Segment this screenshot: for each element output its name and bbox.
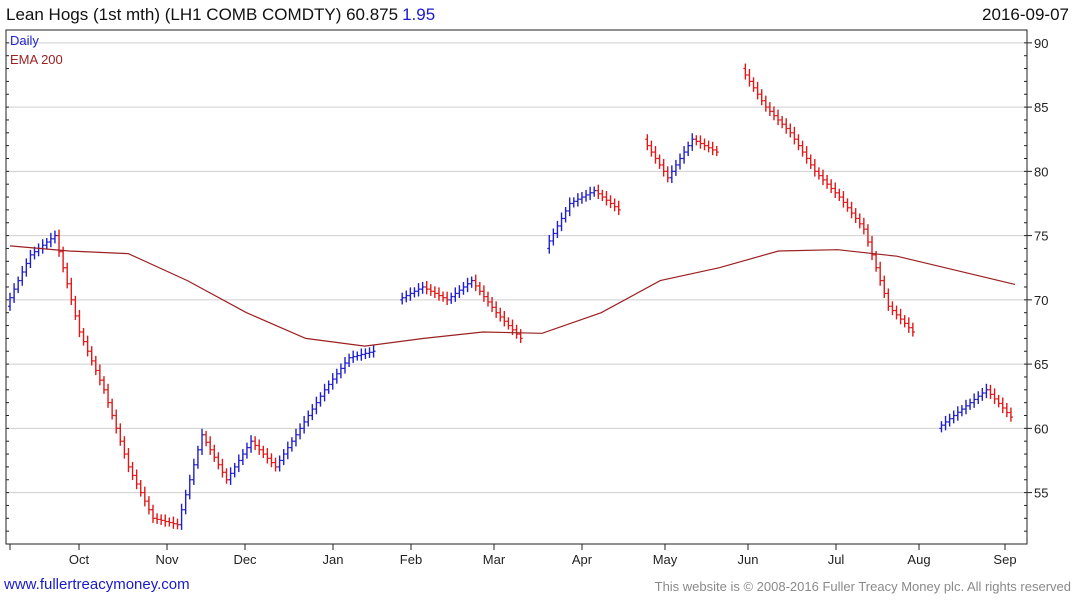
x-tick-label: Jun: [738, 552, 759, 567]
x-tick-label: Feb: [400, 552, 422, 567]
x-tick-label: Dec: [233, 552, 257, 567]
x-tick-label: Apr: [572, 552, 593, 567]
y-tick-label: 65: [1034, 357, 1048, 372]
y-tick-label: 75: [1034, 229, 1048, 244]
x-tick-label: Jul: [828, 552, 845, 567]
y-tick-label: 80: [1034, 164, 1048, 179]
x-tick-label: Sep: [993, 552, 1016, 567]
legend-daily: Daily: [10, 33, 39, 48]
website-link[interactable]: www.fullertreacymoney.com: [4, 576, 190, 593]
x-tick-label: Aug: [907, 552, 930, 567]
x-tick-label: Oct: [69, 552, 90, 567]
x-tick-label: Jan: [323, 552, 344, 567]
y-tick-label: 60: [1034, 421, 1048, 436]
y-tick-label: 70: [1034, 293, 1048, 308]
x-tick-label: May: [653, 552, 678, 567]
y-tick-label: 85: [1034, 100, 1048, 115]
y-tick-label: 90: [1034, 36, 1048, 51]
x-tick-label: Nov: [155, 552, 179, 567]
copyright-notice: This website is © 2008-2016 Fuller Treac…: [654, 579, 1071, 594]
y-tick-label: 55: [1034, 486, 1048, 501]
price-chart: 55 60 65 70 75 80 85 90 Oct Nov Dec Jan Feb Mar Apr May…: [5, 29, 1048, 567]
legend-ema: EMA 200: [10, 52, 63, 67]
x-tick-label: Mar: [483, 552, 506, 567]
